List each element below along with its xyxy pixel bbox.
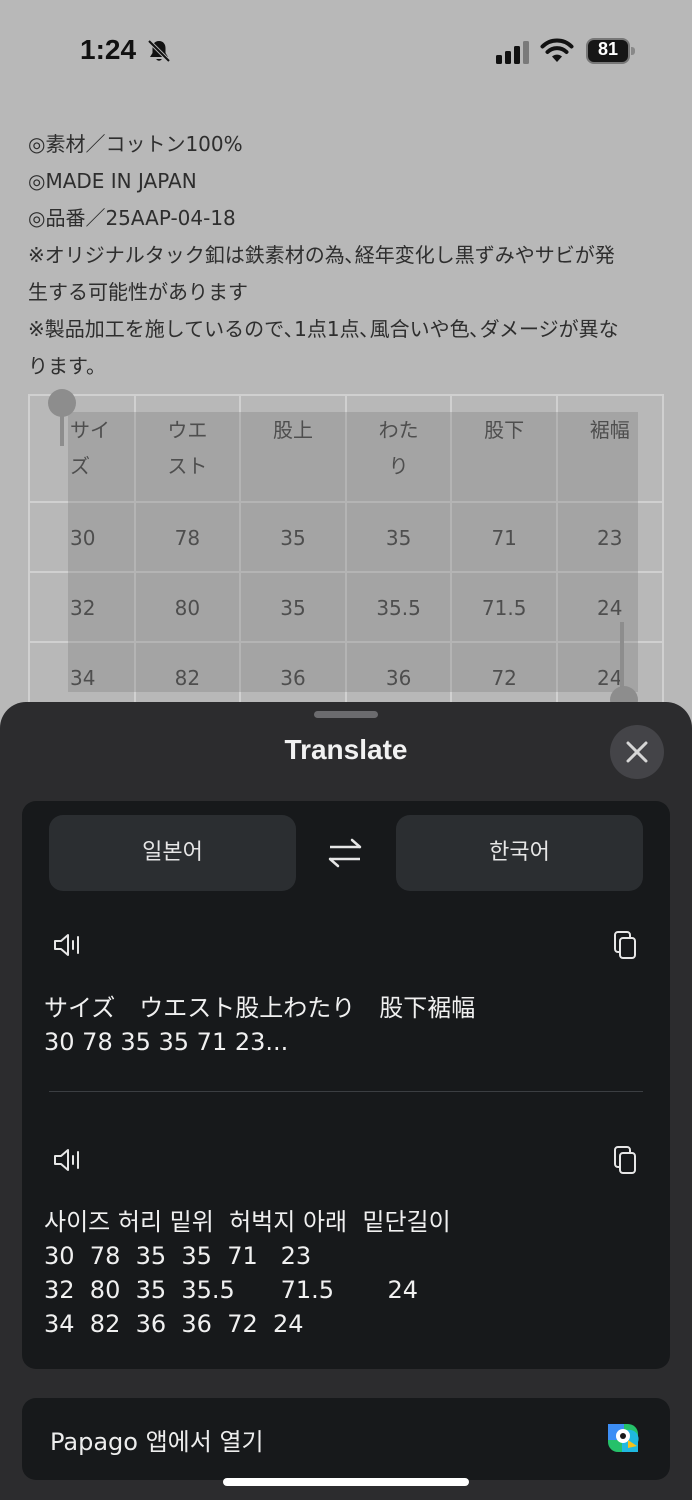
text-selection-highlight — [68, 412, 638, 692]
product-line: ※製品加工を施しているので､1点1点､風合いや色､ダメージが異な — [28, 317, 619, 341]
wifi-icon — [540, 38, 574, 62]
product-line: ◎MADE IN JAPAN — [28, 169, 197, 193]
battery-indicator: 81 — [586, 38, 636, 64]
speaker-icon[interactable] — [52, 1146, 82, 1174]
selection-start-caret — [60, 412, 64, 446]
status-bar: 1:24 81 — [0, 0, 692, 100]
swap-arrows-icon[interactable] — [327, 835, 363, 871]
bell-slash-icon — [147, 39, 171, 63]
speaker-icon[interactable] — [52, 931, 82, 959]
battery-nub — [631, 47, 635, 55]
copy-icon[interactable] — [612, 1145, 638, 1175]
copy-icon[interactable] — [612, 930, 638, 960]
translated-text: 사이즈 허리 밑위 허벅지 아래 밑단길이 30 78 35 35 71 23 … — [44, 1208, 451, 1338]
translation-card: 일본어 한국어 サイズ ウエスト股上わたり 股下裾幅 30 78 35 35 7… — [22, 801, 670, 1369]
translate-sheet: Translate 일본어 한국어 サイズ ウエスト股上わたり 股下裾幅 30 … — [0, 702, 692, 1500]
close-button[interactable] — [610, 725, 664, 779]
sheet-grabber[interactable] — [314, 711, 378, 718]
status-time: 1:24 — [80, 34, 137, 65]
product-line: ります。 — [28, 354, 106, 378]
close-icon — [626, 741, 648, 763]
sheet-title: Translate — [284, 734, 408, 765]
target-language-button[interactable]: 한국어 — [396, 815, 643, 891]
source-text: サイズ ウエスト股上わたり 股下裾幅 30 78 35 35 71 23... — [44, 994, 476, 1056]
divider — [49, 1091, 643, 1092]
open-in-papago-label: Papago 앱에서 열기 — [50, 1428, 264, 1456]
product-description: ◎素材／コットン100% ◎MADE IN JAPAN ◎品番／25AAP-04… — [28, 126, 658, 385]
home-indicator — [223, 1478, 469, 1486]
product-line: 生する可能性があります — [28, 280, 248, 304]
open-in-papago-button[interactable]: Papago 앱에서 열기 — [22, 1398, 670, 1480]
selection-end-caret — [620, 622, 624, 692]
cellular-signal-icon — [496, 41, 529, 64]
papago-logo-icon — [608, 1424, 639, 1452]
source-language-button[interactable]: 일본어 — [49, 815, 296, 891]
battery-percent: 81 — [597, 39, 619, 59]
product-line: ◎品番／25AAP-04-18 — [28, 206, 236, 230]
product-line: ◎素材／コットン100% — [28, 132, 243, 156]
product-line: ※オリジナルタック釦は鉄素材の為､経年変化し黒ずみやサビが発 — [28, 243, 615, 267]
